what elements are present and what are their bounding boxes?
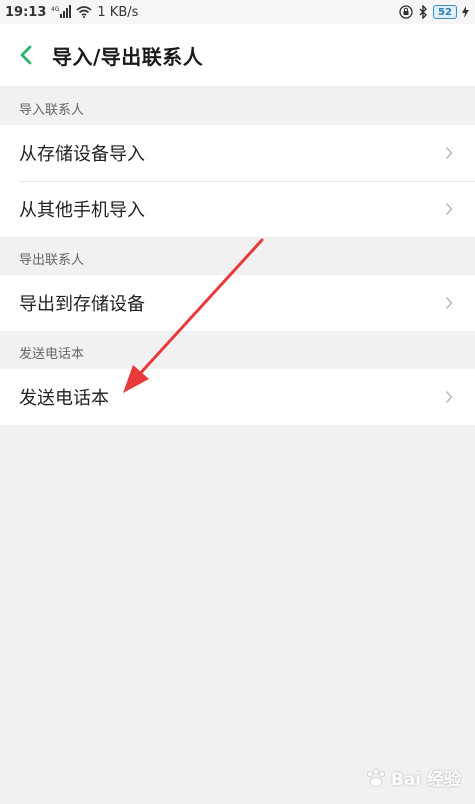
section-send: 发送电话本 发送电话本	[0, 331, 475, 425]
list-item-label: 从存储设备导入	[19, 144, 145, 165]
section-import: 导入联系人 从存储设备导入 从其他手机导入	[0, 86, 475, 237]
charging-icon	[462, 6, 469, 18]
chevron-right-icon	[445, 202, 453, 216]
list-group-export: 导出到存储设备	[0, 275, 475, 331]
wifi-icon	[76, 6, 92, 18]
watermark-text: Bai 经验	[390, 770, 461, 790]
chevron-left-icon	[20, 45, 32, 65]
section-header-import: 导入联系人	[0, 86, 475, 125]
back-button[interactable]	[3, 24, 49, 86]
status-bar: 19:13 4G 1 KB/s 52	[0, 0, 475, 24]
list-item-label: 导出到存储设备	[19, 294, 145, 315]
watermark: Bai 经验	[365, 765, 461, 790]
section-header-send: 发送电话本	[0, 331, 475, 369]
settings-list: 导入联系人 从存储设备导入 从其他手机导入 导出联系人 导出到存储设备 发送电话…	[0, 86, 475, 425]
list-item-import-from-storage[interactable]: 从存储设备导入	[0, 125, 475, 181]
app-header: 导入/导出联系人	[0, 24, 475, 86]
list-group-send: 发送电话本	[0, 369, 475, 425]
list-item-label: 从其他手机导入	[19, 200, 145, 221]
list-item-send-phonebook[interactable]: 发送电话本	[0, 369, 475, 425]
section-header-export: 导出联系人	[0, 237, 475, 275]
signal-icon: 4G	[51, 5, 72, 19]
paw-icon	[366, 768, 385, 787]
chevron-right-icon	[445, 390, 453, 404]
lock-rotation-icon	[399, 5, 413, 19]
list-item-import-from-other-phone[interactable]: 从其他手机导入	[0, 181, 475, 237]
page-title: 导入/导出联系人	[52, 44, 204, 69]
list-item-label: 发送电话本	[19, 388, 109, 409]
bluetooth-icon	[418, 5, 428, 19]
network-type-label: 4G	[51, 6, 60, 13]
status-right: 52	[399, 5, 469, 19]
chevron-right-icon	[445, 296, 453, 310]
list-item-export-to-storage[interactable]: 导出到存储设备	[0, 275, 475, 331]
list-group-import: 从存储设备导入 从其他手机导入	[0, 125, 475, 237]
battery-icon: 52	[433, 5, 457, 19]
status-time: 19:13	[5, 4, 47, 20]
section-export: 导出联系人 导出到存储设备	[0, 237, 475, 331]
chevron-right-icon	[445, 146, 453, 160]
network-speed: 1 KB/s	[97, 4, 139, 20]
status-left: 19:13 4G 1 KB/s	[5, 5, 138, 20]
